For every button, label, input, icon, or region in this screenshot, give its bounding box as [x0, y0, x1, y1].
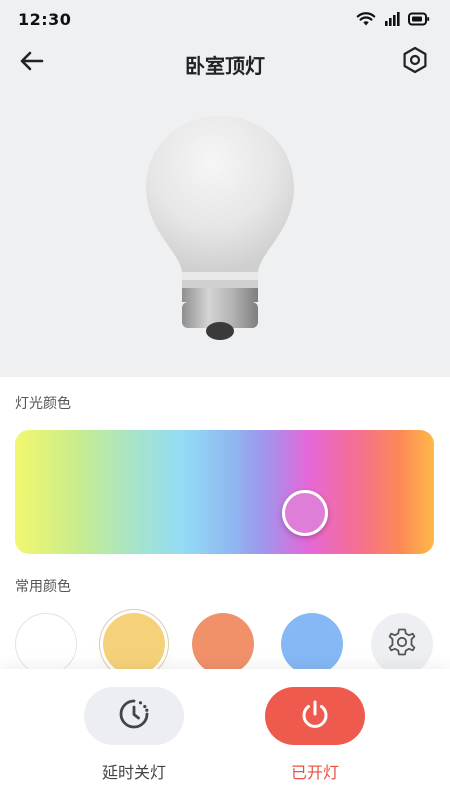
- timer-action: 延时关灯: [84, 687, 184, 783]
- timer-off-label: 延时关灯: [101, 763, 166, 782]
- status-bar: 12:30: [0, 0, 450, 40]
- app-header: 卧室顶灯: [0, 40, 450, 86]
- power-toggle-button[interactable]: [265, 687, 365, 745]
- gear-icon: [386, 626, 418, 662]
- common-colors-label: 常用颜色: [15, 579, 71, 595]
- hexagon-settings-icon: [402, 46, 428, 78]
- swatch-white[interactable]: [15, 613, 77, 675]
- color-spectrum-picker[interactable]: [15, 430, 434, 554]
- power-icon: [298, 697, 332, 735]
- timer-off-button[interactable]: [84, 687, 184, 745]
- battery-icon: [408, 11, 430, 27]
- status-time: 12:30: [18, 10, 72, 29]
- page-title: 卧室顶灯: [185, 54, 265, 78]
- power-state-label: 已开灯: [290, 763, 339, 782]
- light-bulb-image: [140, 112, 300, 347]
- bottom-action-bar: 延时关灯 已开灯: [0, 669, 450, 800]
- device-settings-button[interactable]: [400, 46, 430, 78]
- status-icons: [356, 11, 430, 27]
- timer-icon: [117, 697, 151, 735]
- swatch-yellow-selected[interactable]: [103, 613, 165, 675]
- light-color-label: 灯光颜色: [15, 396, 71, 412]
- common-color-swatches: [15, 613, 435, 675]
- swatch-blue[interactable]: [281, 613, 343, 675]
- swatch-orange[interactable]: [192, 613, 254, 675]
- wifi-icon: [356, 11, 376, 27]
- custom-color-button[interactable]: [371, 613, 433, 675]
- power-action: 已开灯: [265, 687, 365, 783]
- signal-icon: [384, 11, 400, 27]
- color-picker-handle[interactable]: [282, 490, 328, 536]
